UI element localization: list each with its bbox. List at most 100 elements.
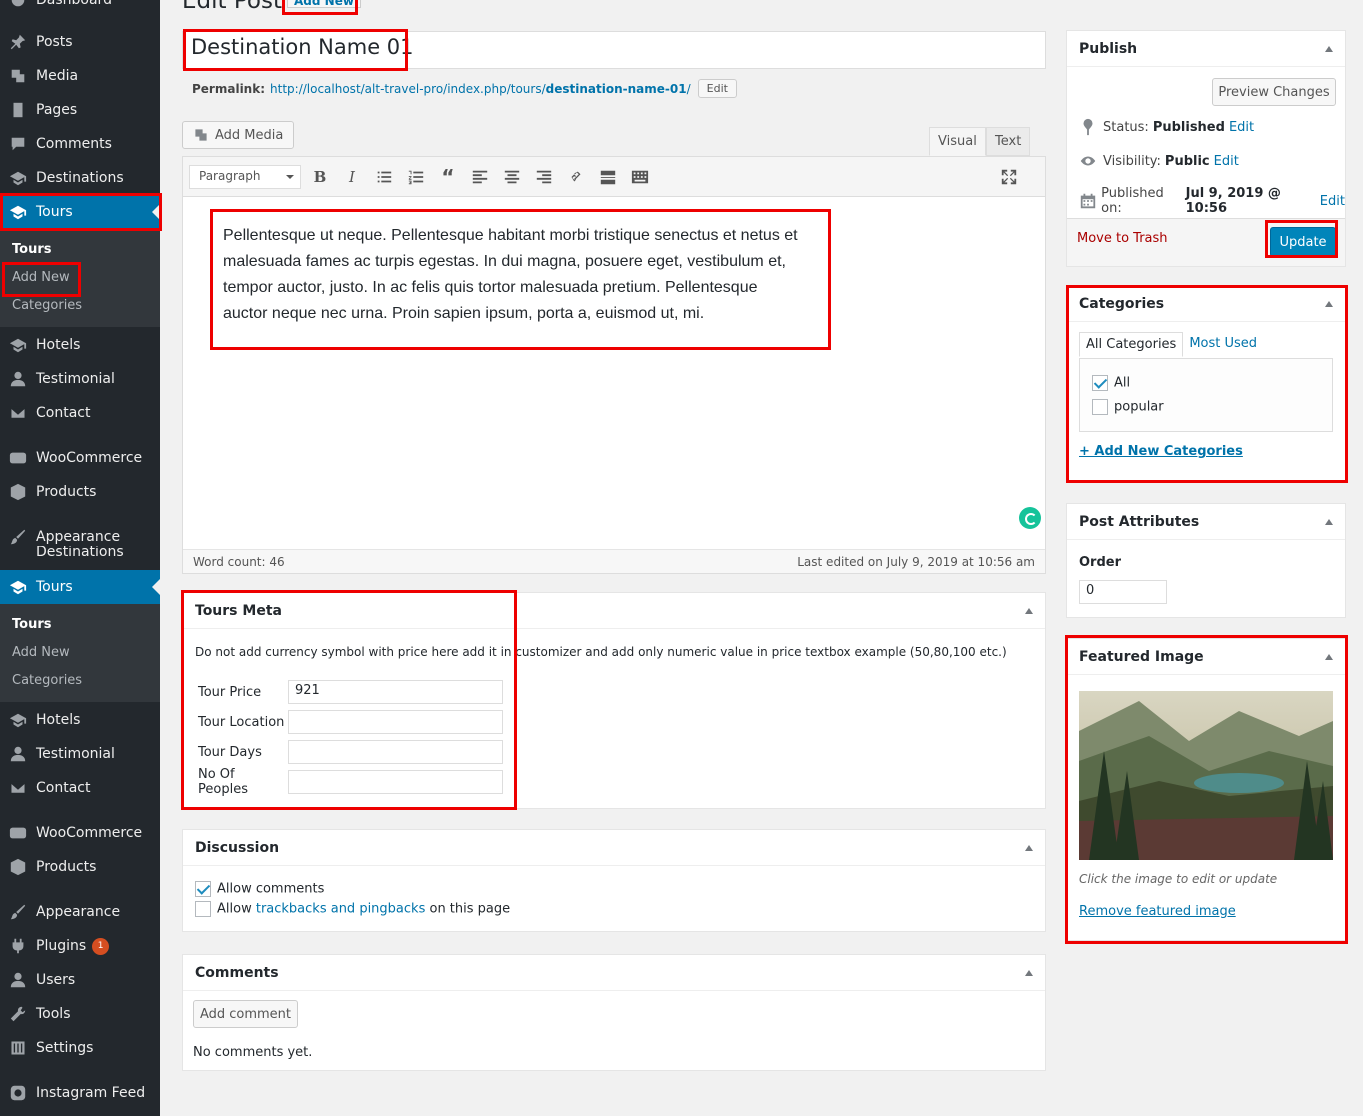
permalink-link[interactable]: http://localhost/alt-travel-pro/index.ph…	[270, 82, 691, 96]
grammarly-icon[interactable]	[1019, 507, 1041, 529]
submenu-add-new[interactable]: Add New	[0, 264, 160, 292]
add-media-button[interactable]: Add Media	[182, 121, 295, 149]
sidebar-item-users[interactable]: Users	[0, 963, 160, 997]
toggle-arrow-icon[interactable]	[1325, 650, 1333, 660]
sidebar-item-hotels[interactable]: Hotels	[0, 328, 160, 362]
bullet-list-icon[interactable]	[374, 167, 394, 187]
category-popular-checkbox[interactable]	[1092, 399, 1108, 415]
sidebar-item-contact[interactable]: Contact	[0, 396, 160, 430]
add-new-button[interactable]: Add New	[287, 0, 361, 8]
tour-location-input[interactable]	[288, 710, 503, 734]
allow-trackbacks-row[interactable]: Allow trackbacks and pingbacks on this p…	[195, 901, 510, 917]
tab-most-used[interactable]: Most Used	[1183, 332, 1263, 357]
sidebar-item-tools[interactable]: Tools	[0, 997, 160, 1031]
add-new-category-link[interactable]: + Add New Categories	[1079, 444, 1243, 459]
sidebar-item-contact-2[interactable]: Contact	[0, 771, 160, 805]
sidebar-item-tours[interactable]: Tours	[0, 195, 160, 229]
move-to-trash-link[interactable]: Move to Trash	[1077, 231, 1168, 246]
tours-meta-box: Tours Meta Do not add currency symbol wi…	[182, 592, 1046, 809]
allow-comments-row[interactable]: Allow comments	[195, 881, 324, 897]
sidebar-item-products[interactable]: Products	[0, 475, 160, 509]
preview-changes-button[interactable]: Preview Changes	[1212, 78, 1336, 106]
toggle-arrow-icon[interactable]	[1025, 604, 1033, 614]
tour-days-input[interactable]	[288, 740, 503, 764]
submenu-add-new[interactable]: Add New	[0, 639, 160, 667]
blockquote-icon[interactable]: “	[438, 165, 458, 189]
update-button[interactable]: Update	[1270, 227, 1336, 257]
editor-content[interactable]: Pellentesque ut neque. Pellentesque habi…	[223, 223, 803, 327]
sidebar-item-tours-2[interactable]: Tours	[0, 570, 160, 604]
order-input[interactable]: 0	[1079, 580, 1167, 604]
numbered-list-icon[interactable]	[406, 167, 426, 187]
plugin-icon	[0, 937, 36, 955]
remove-featured-image-link[interactable]: Remove featured image	[1079, 904, 1236, 919]
submenu-categories[interactable]: Categories	[0, 292, 160, 320]
tab-text[interactable]: Text	[986, 127, 1031, 156]
date-edit-link[interactable]: Edit	[1320, 194, 1345, 209]
allow-trackbacks-checkbox[interactable]	[195, 901, 211, 917]
sidebar-item-testimonial[interactable]: Testimonial	[0, 362, 160, 396]
discussion-box: Discussion Allow comments Allow trackbac…	[182, 829, 1046, 932]
sidebar-item-pages[interactable]: Pages	[0, 93, 160, 127]
featured-image-header[interactable]: Featured Image	[1067, 639, 1345, 675]
add-comment-button[interactable]: Add comment	[193, 1000, 298, 1028]
sidebar-item-woocommerce-2[interactable]: WooCommerce	[0, 816, 160, 850]
category-all[interactable]: All	[1092, 375, 1130, 391]
toggle-arrow-icon[interactable]	[1025, 966, 1033, 976]
sidebar-item-posts[interactable]: Posts	[0, 25, 160, 59]
allow-comments-checkbox[interactable]	[195, 881, 211, 897]
post-attributes-header[interactable]: Post Attributes	[1067, 504, 1345, 540]
toggle-arrow-icon[interactable]	[1325, 515, 1333, 525]
italic-icon[interactable]: I	[342, 167, 362, 187]
discussion-header[interactable]: Discussion	[183, 830, 1045, 866]
permalink-edit-button[interactable]: Edit	[697, 79, 737, 98]
category-all-checkbox[interactable]	[1092, 375, 1108, 391]
sidebar-item-appearance-2[interactable]: Appearance	[0, 895, 160, 929]
tab-visual[interactable]: Visual	[929, 127, 986, 156]
tours-meta-header[interactable]: Tours Meta	[183, 593, 1045, 629]
trackbacks-link[interactable]: trackbacks and pingbacks	[256, 902, 426, 917]
align-center-icon[interactable]	[502, 167, 522, 187]
category-popular[interactable]: popular	[1092, 399, 1164, 415]
tab-all-categories[interactable]: All Categories	[1079, 332, 1184, 357]
status-edit-link[interactable]: Edit	[1229, 120, 1254, 135]
sidebar-item-testimonial-2[interactable]: Testimonial	[0, 737, 160, 771]
bold-icon[interactable]: B	[310, 167, 330, 187]
comments-header[interactable]: Comments	[183, 955, 1045, 991]
submenu-tours[interactable]: Tours	[0, 611, 160, 639]
sidebar-item-media[interactable]: Media	[0, 59, 160, 93]
sidebar-item-destinations[interactable]: Destinations	[0, 161, 160, 195]
format-select[interactable]: Paragraph	[189, 165, 301, 189]
fullscreen-icon[interactable]	[999, 167, 1019, 187]
sidebar-item-woocommerce[interactable]: WooCommerce	[0, 441, 160, 475]
sidebar-item-settings[interactable]: Settings	[0, 1031, 160, 1065]
post-title-input[interactable]: Destination Name 01	[182, 31, 1046, 69]
publish-header[interactable]: Publish	[1067, 31, 1345, 67]
wrench-icon	[0, 1005, 36, 1023]
link-icon[interactable]	[566, 167, 586, 187]
featured-image-box: Featured Image Click the image to edit o…	[1066, 638, 1346, 941]
no-of-peoples-input[interactable]	[288, 770, 503, 794]
toggle-arrow-icon[interactable]	[1025, 841, 1033, 851]
categories-header[interactable]: Categories	[1067, 286, 1345, 322]
submenu-tours[interactable]: Tours	[0, 236, 160, 264]
toggle-arrow-icon[interactable]	[1325, 297, 1333, 307]
submenu-categories[interactable]: Categories	[0, 667, 160, 695]
calendar-icon	[1079, 192, 1101, 210]
sidebar-item-comments[interactable]: Comments	[0, 127, 160, 161]
align-left-icon[interactable]	[470, 167, 490, 187]
align-right-icon[interactable]	[534, 167, 554, 187]
visibility-edit-link[interactable]: Edit	[1214, 154, 1239, 169]
tours-meta-note: Do not add currency symbol with price he…	[195, 645, 1007, 659]
toggle-arrow-icon[interactable]	[1325, 42, 1333, 52]
sidebar-item-instagram-feed[interactable]: Instagram Feed	[0, 1076, 160, 1110]
sidebar-item-dashboard[interactable]: Dashboard	[0, 0, 160, 17]
read-more-icon[interactable]	[598, 167, 618, 187]
last-edited: Last edited on July 9, 2019 at 10:56 am	[797, 554, 1035, 569]
tour-price-input[interactable]: 921	[288, 680, 503, 704]
sidebar-item-products-2[interactable]: Products	[0, 850, 160, 884]
sidebar-item-hotels-2[interactable]: Hotels	[0, 703, 160, 737]
sidebar-item-plugins[interactable]: Plugins 1	[0, 929, 160, 963]
featured-image-thumbnail[interactable]	[1079, 691, 1333, 860]
toolbar-toggle-icon[interactable]	[630, 167, 650, 187]
